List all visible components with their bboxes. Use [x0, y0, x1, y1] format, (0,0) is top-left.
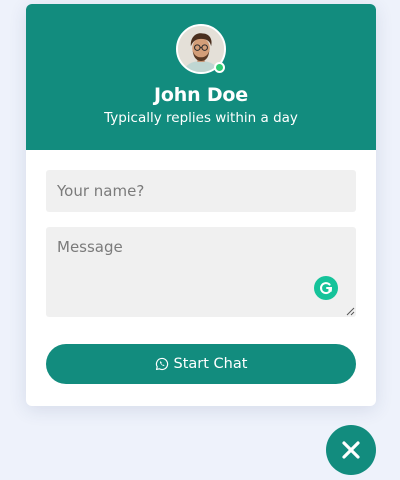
close-icon — [342, 441, 360, 459]
chat-form: Start Chat — [26, 150, 376, 384]
whatsapp-icon — [155, 357, 168, 371]
start-chat-label: Start Chat — [173, 356, 248, 372]
agent-reply-time: Typically replies within a day — [104, 110, 298, 126]
name-input[interactable] — [46, 170, 356, 212]
message-textarea[interactable] — [46, 227, 356, 317]
resize-handle-icon[interactable] — [346, 307, 355, 316]
chat-widget: John Doe Typically replies within a day — [26, 4, 376, 406]
start-chat-button[interactable]: Start Chat — [46, 344, 356, 384]
message-field-container — [46, 227, 356, 317]
chat-header: John Doe Typically replies within a day — [26, 4, 376, 150]
agent-name: John Doe — [154, 84, 248, 106]
avatar-container — [176, 24, 226, 74]
online-status-dot — [214, 62, 225, 73]
grammarly-icon[interactable] — [314, 276, 338, 300]
close-chat-button[interactable] — [326, 425, 376, 475]
